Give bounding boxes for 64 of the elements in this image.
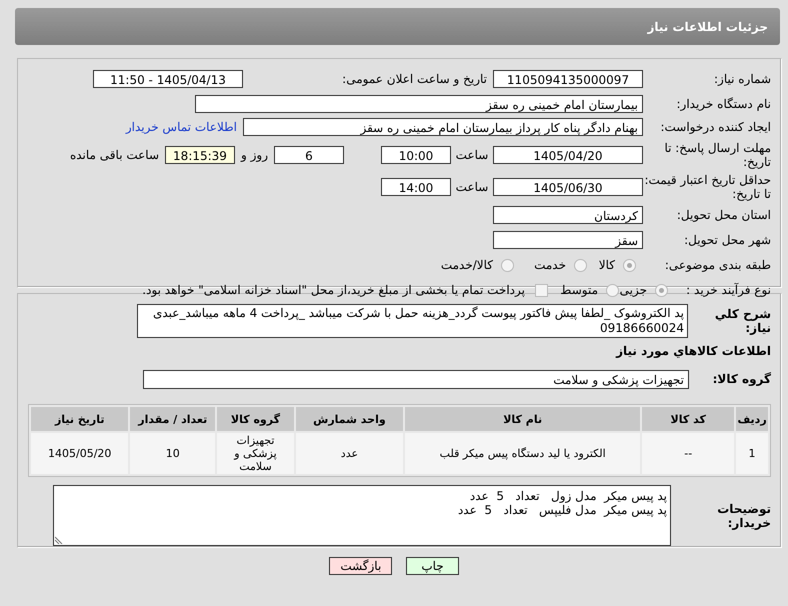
column-header: نام کالا [405, 407, 640, 431]
field-label: ساعت [454, 180, 490, 194]
text-field[interactable]: 1405/06/30 [493, 178, 643, 196]
option-label: متوسط [560, 283, 598, 297]
notes-field[interactable]: پد پیس میکر مدل زول تعداد 5 عدد پد پیس میکر مدل فلیپس تعداد 5 عدد [53, 485, 671, 546]
field-label: تاریخ و ساعت اعلان عمومی: [341, 72, 487, 86]
text-field[interactable]: بیمارستان امام خمینی ره سقز [195, 95, 643, 113]
field-label: توضیحات خریدار: [716, 502, 771, 530]
column-header: تعداد / مقدار [130, 407, 216, 431]
option-label: خدمت [533, 258, 566, 272]
field-label: ساعت [454, 148, 490, 162]
text-field[interactable]: 10:00 [381, 146, 451, 164]
radio-button[interactable] [501, 258, 514, 272]
radio-button[interactable] [574, 258, 587, 272]
text-field[interactable]: 1105094135000097 [493, 70, 643, 88]
text-field[interactable]: 14:00 [381, 178, 451, 196]
print-button[interactable]: چاپ [406, 557, 459, 575]
text-field[interactable]: 18:15:39 [165, 146, 235, 164]
table-cell: -- [642, 433, 734, 474]
text-field[interactable]: 6 [274, 146, 344, 164]
text-field[interactable]: 1405/04/13 - 11:50 [93, 70, 243, 88]
field-label: شهر محل تحویل: [683, 233, 771, 247]
checkbox[interactable] [535, 284, 548, 296]
radio-button[interactable] [623, 258, 636, 272]
field-label: نوع فرآیند خرید : [685, 283, 771, 297]
back-button[interactable]: بازگشت [329, 557, 392, 575]
radio-button[interactable] [606, 284, 619, 296]
option-label: جزیی [619, 283, 647, 297]
text-field[interactable]: بهنام دادگر پناه کار پرداز بیمارستان امام خمینی ره سقز [243, 118, 643, 136]
option-label: کالا [598, 258, 615, 272]
table-cell: 1405/05/20 [31, 433, 128, 474]
table-cell: تجهیزات پزشکی و سلامت [217, 433, 294, 474]
table-cell: الکترود یا لید دستگاه پیس میکر قلب [405, 433, 640, 474]
field-label: ساعت باقی مانده [70, 148, 159, 162]
field-label: مهلت ارسال پاسخ: تا تاریخ: [663, 141, 771, 169]
table-cell: عدد [296, 433, 404, 474]
text-field[interactable]: 1405/04/20 [493, 146, 643, 164]
text-field[interactable]: تجهیزات پزشکی و سلامت [143, 370, 689, 388]
option-label: کالا/خدمت [440, 258, 493, 272]
field-label: روز و [241, 148, 268, 162]
column-header: کد کالا [642, 407, 734, 431]
radio-button[interactable] [655, 284, 668, 296]
column-header: ردیف [736, 407, 768, 431]
page-title: جزئیات اطلاعات نیاز [647, 20, 768, 34]
field-label: طبقه بندی موضوعی: [664, 258, 771, 272]
table-cell: 1 [736, 433, 768, 474]
column-header: تاریخ نیاز [31, 407, 128, 431]
text-field[interactable]: سقز [493, 231, 643, 249]
field-label: استان محل تحویل: [676, 208, 771, 222]
description-field[interactable]: پد الکتروشوک _لطفا پیش فاکتور پیوست گردد_هزینه حمل با شرکت میباشد _پرداخت 4 ماهه میباشد_عبدی 09186660024 [137, 304, 688, 338]
section-heading: اطلاعات کالاهاي مورد نياز [614, 344, 771, 358]
text-field[interactable]: کردستان [493, 206, 643, 224]
field-label: نام دستگاه خریدار: [676, 97, 771, 111]
table-cell: 10 [130, 433, 216, 474]
field-label: پرداخت تمام یا بخشی از مبلغ خرید،از محل "اسناد خزانه اسلامی" خواهد بود. [142, 283, 525, 297]
column-header: گروه کالا [217, 407, 294, 431]
field-label: حداقل تاریخ اعتبار قیمت: تا تاریخ: [643, 173, 771, 201]
resize-grip-icon[interactable] [55, 536, 63, 544]
contact-link[interactable]: اطلاعات تماس خریدار [126, 120, 237, 134]
field-label: شرح کلي نياز: [714, 307, 771, 335]
field-label: شماره نیاز: [713, 72, 771, 86]
column-header: واحد شمارش [296, 407, 404, 431]
field-label: ایجاد کننده درخواست: [659, 120, 771, 134]
field-label: گروه کالا: [712, 372, 771, 386]
